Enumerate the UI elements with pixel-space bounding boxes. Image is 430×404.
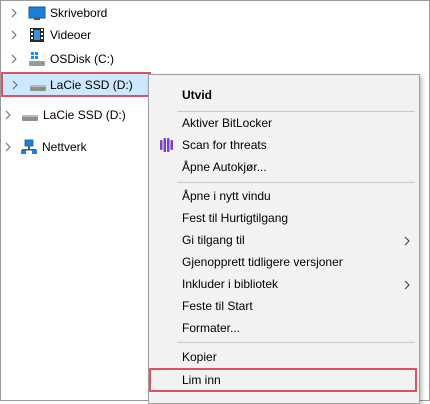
context-menu: Utvid Aktiver BitLocker Scan for threats… <box>148 74 420 404</box>
os-disk-icon <box>28 51 46 67</box>
drive-icon <box>29 78 47 94</box>
menu-item-aktiver-bitlocker[interactable]: Aktiver BitLocker <box>149 112 419 134</box>
menu-item-label: Gjenopprett tidligere versjoner <box>182 255 343 269</box>
submenu-arrow-icon <box>403 279 411 290</box>
menu-item-lim-inn[interactable]: Lim inn <box>149 369 419 391</box>
menu-item-formater[interactable]: Formater... <box>149 317 419 339</box>
menu-item-apne-autokjor[interactable]: Åpne Autokjør... <box>149 156 419 178</box>
tree-item-lacie[interactable]: LaCie SSD (D:) <box>0 104 150 126</box>
menu-item-label: Åpne i nytt vindu <box>182 189 271 203</box>
tree-item-label: Skrivebord <box>50 6 108 20</box>
tree-item-label: LaCie SSD (D:) <box>50 78 133 92</box>
chevron-right-icon[interactable] <box>9 8 19 18</box>
menu-item-label: Aktiver BitLocker <box>182 116 273 130</box>
menu-item-label: Utvid <box>182 88 212 102</box>
menu-item-kopier[interactable]: Kopier <box>149 346 419 368</box>
menu-item-inkluder-i-bibliotek[interactable]: Inkluder i bibliotek <box>149 273 419 295</box>
menu-item-label: Inkluder i bibliotek <box>182 277 279 291</box>
tree-item-osdisk[interactable]: OSDisk (C:) <box>0 48 150 70</box>
menu-item-label: Fest til Hurtigtilgang <box>182 211 289 225</box>
chevron-right-icon[interactable] <box>3 142 13 152</box>
submenu-arrow-icon <box>403 235 411 246</box>
videos-icon <box>29 27 47 43</box>
tree-item-label: Nettverk <box>42 140 87 154</box>
chevron-right-icon[interactable] <box>9 30 19 40</box>
defender-scan-icon <box>158 137 174 153</box>
menu-item-label: Gi tilgang til <box>182 233 245 247</box>
menu-item-scan-for-threats[interactable]: Scan for threats <box>149 134 419 156</box>
menu-item-label: Åpne Autokjør... <box>182 160 267 174</box>
menu-item-utvid[interactable]: Utvid <box>149 84 419 106</box>
tree-item-lacie-selected[interactable]: LaCie SSD (D:) <box>2 74 148 96</box>
tree-item-nettverk[interactable]: Nettverk <box>0 136 150 158</box>
tree-item-label: Videoer <box>50 28 92 42</box>
menu-item-label: Feste til Start <box>182 299 253 313</box>
menu-item-feste-til-start[interactable]: Feste til Start <box>149 295 419 317</box>
menu-item-label: Formater... <box>182 321 241 335</box>
tree-item-label: LaCie SSD (D:) <box>43 108 126 122</box>
menu-item-label: Lim inn <box>182 373 221 387</box>
menu-item-gjenopprett-tidligere-versjoner[interactable]: Gjenopprett tidligere versjoner <box>149 251 419 273</box>
menu-item-fest-til-hurtigtilgang[interactable]: Fest til Hurtigtilgang <box>149 207 419 229</box>
chevron-right-icon[interactable] <box>10 80 20 90</box>
menu-separator <box>177 182 415 183</box>
tree-item-videoer[interactable]: Videoer <box>0 24 150 46</box>
chevron-right-icon[interactable] <box>9 54 19 64</box>
network-icon <box>20 139 38 155</box>
tree-item-skrivebord[interactable]: Skrivebord <box>0 2 150 24</box>
menu-item-label: Kopier <box>182 350 217 364</box>
drive-icon <box>21 108 39 124</box>
menu-item-apne-i-nytt-vindu[interactable]: Åpne i nytt vindu <box>149 185 419 207</box>
menu-item-label: Scan for threats <box>182 138 267 152</box>
tree-item-label: OSDisk (C:) <box>50 52 114 66</box>
menu-item-gi-tilgang-til[interactable]: Gi tilgang til <box>149 229 419 251</box>
menu-separator <box>177 342 415 343</box>
desktop-icon <box>28 5 46 21</box>
chevron-right-icon[interactable] <box>3 110 13 120</box>
